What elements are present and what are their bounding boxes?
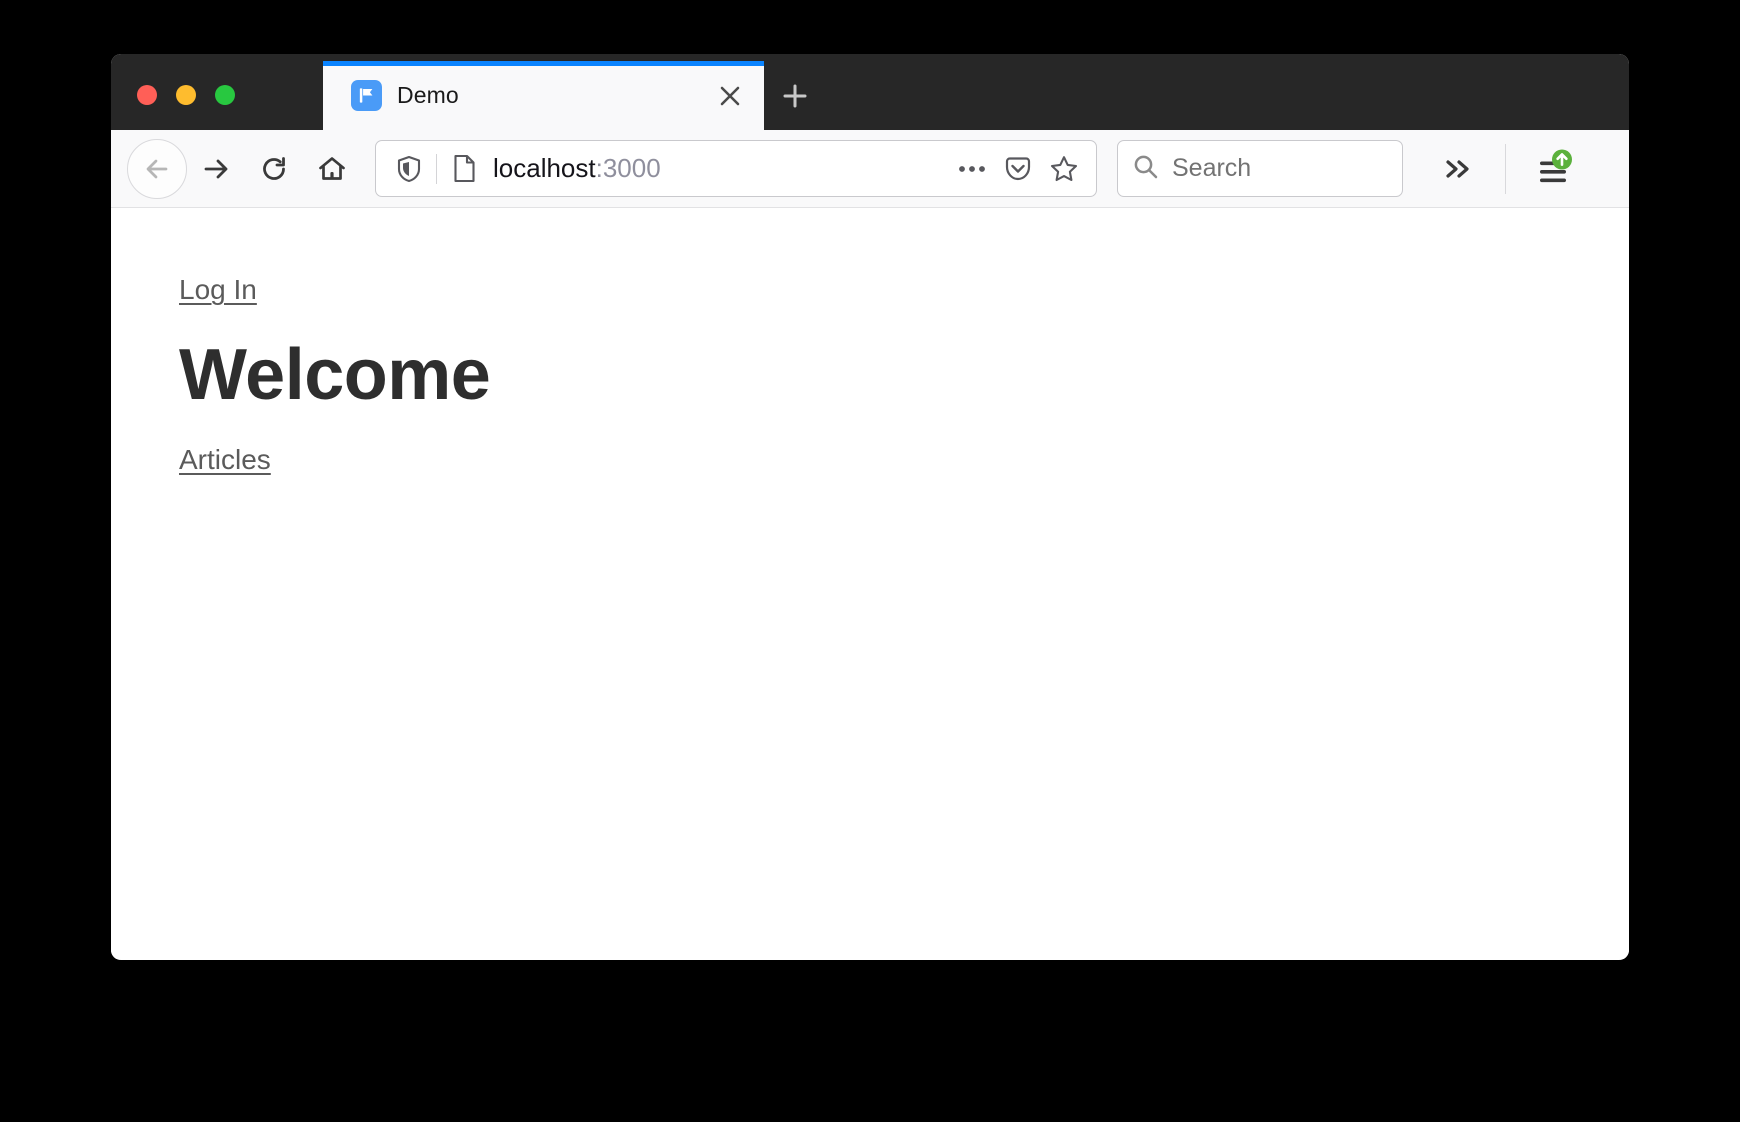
articles-link-row: Articles bbox=[179, 442, 1629, 478]
new-tab-button[interactable] bbox=[764, 61, 826, 130]
hamburger-icon bbox=[1540, 149, 1572, 182]
window-controls bbox=[137, 85, 235, 105]
urlbar-divider bbox=[436, 153, 437, 184]
toolbar-divider bbox=[1505, 143, 1506, 194]
login-link-row: Log In bbox=[179, 272, 1629, 308]
tab-title: Demo bbox=[397, 82, 459, 108]
url-bar[interactable]: localhost:3000 bbox=[375, 140, 1097, 197]
url-text[interactable]: localhost:3000 bbox=[493, 153, 948, 184]
tab-list: Demo bbox=[323, 61, 826, 130]
back-arrow-icon bbox=[146, 159, 168, 178]
window-minimize-button[interactable] bbox=[176, 85, 196, 105]
home-icon bbox=[319, 156, 345, 180]
search-placeholder: Search bbox=[1172, 154, 1252, 182]
home-button[interactable] bbox=[303, 140, 361, 198]
shield-icon[interactable] bbox=[392, 152, 426, 186]
url-port: :3000 bbox=[595, 153, 661, 183]
flag-icon bbox=[351, 80, 382, 111]
page-content: Log In Welcome Articles bbox=[111, 208, 1629, 959]
forward-arrow-icon bbox=[204, 159, 228, 178]
articles-link[interactable]: Articles bbox=[179, 442, 271, 478]
close-icon[interactable] bbox=[708, 74, 752, 118]
page-document-icon[interactable] bbox=[449, 154, 479, 184]
window-close-button[interactable] bbox=[137, 85, 157, 105]
app-menu-button[interactable] bbox=[1524, 140, 1582, 198]
tab-demo[interactable]: Demo bbox=[323, 61, 764, 130]
pocket-icon[interactable] bbox=[996, 147, 1040, 191]
navigation-toolbar: localhost:3000 Search bbox=[111, 130, 1629, 208]
star-icon[interactable] bbox=[1042, 147, 1086, 191]
reload-button[interactable] bbox=[245, 140, 303, 198]
browser-window: Demo localhost:3000 Search Log In Welcom… bbox=[111, 54, 1629, 960]
url-host: localhost bbox=[493, 153, 596, 183]
back-button[interactable] bbox=[127, 138, 187, 199]
magnifier-icon bbox=[1132, 153, 1159, 185]
search-input[interactable]: Search bbox=[1117, 140, 1403, 197]
reload-icon bbox=[263, 156, 285, 180]
login-link[interactable]: Log In bbox=[179, 272, 257, 308]
overflow-chevrons-icon[interactable] bbox=[1429, 140, 1487, 198]
ellipsis-icon[interactable] bbox=[950, 147, 994, 191]
window-maximize-button[interactable] bbox=[215, 85, 235, 105]
forward-button[interactable] bbox=[187, 140, 245, 198]
page-title: Welcome bbox=[179, 335, 491, 416]
tab-strip: Demo bbox=[111, 54, 1629, 130]
